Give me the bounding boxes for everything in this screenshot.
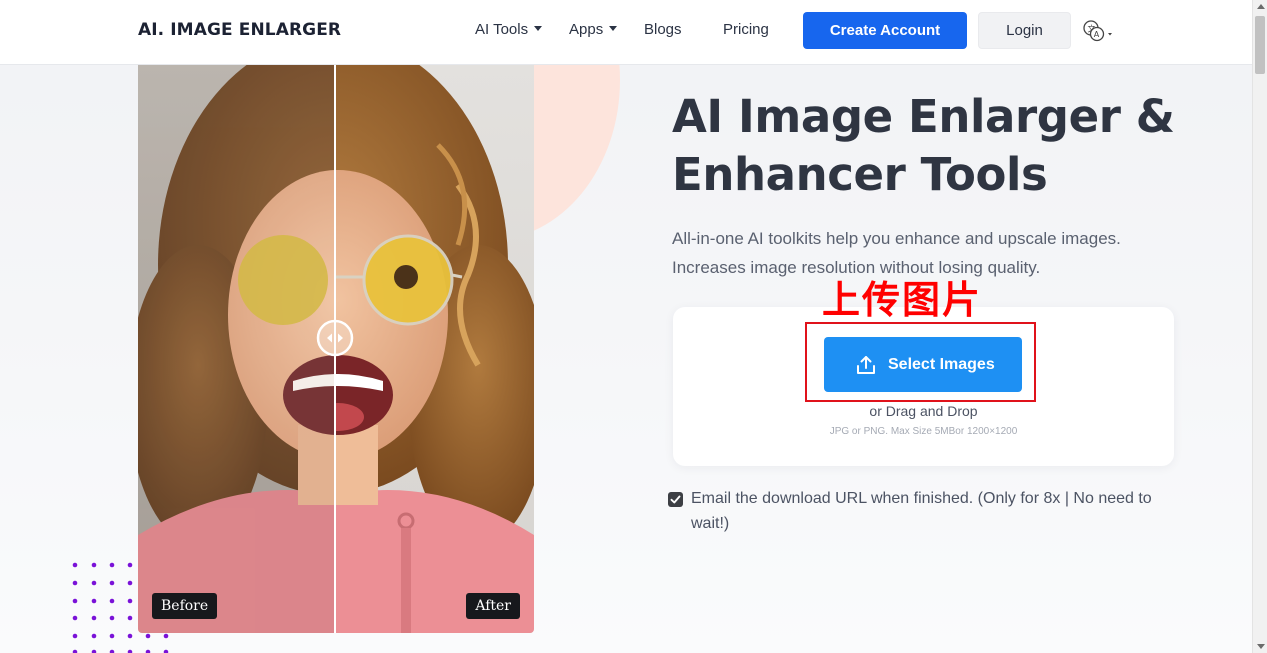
chevron-down-icon — [609, 25, 618, 31]
page-subtitle: All-in-one AI toolkits help you enhance … — [672, 224, 1192, 282]
svg-text:A: A — [1094, 30, 1100, 39]
create-account-button[interactable]: Create Account — [803, 12, 967, 49]
nav-ai-tools-label: AI Tools — [475, 21, 529, 38]
login-button[interactable]: Login — [978, 12, 1071, 49]
page-title: AI Image Enlarger & Enhancer Tools — [672, 88, 1192, 204]
top-navbar: AI. IMAGE ENLARGER AI Tools Apps Blogs P… — [0, 0, 1252, 65]
file-requirements-hint: JPG or PNG. Max Size 5MBor 1200×1200 — [829, 426, 1018, 437]
nav-ai-tools[interactable]: AI Tools — [475, 21, 543, 38]
chevron-down-icon — [534, 25, 543, 31]
email-checkbox[interactable] — [668, 492, 683, 507]
comparison-slider-handle[interactable] — [316, 319, 354, 357]
nav-pricing[interactable]: Pricing — [723, 21, 769, 38]
before-after-comparison[interactable]: Before After — [138, 65, 534, 633]
site-logo[interactable]: AI. IMAGE ENLARGER — [138, 20, 341, 40]
language-selector[interactable]: 文 A — [1083, 19, 1117, 45]
nav-apps[interactable]: Apps — [569, 21, 618, 38]
scroll-up-arrow-icon[interactable] — [1257, 4, 1265, 9]
nav-apps-label: Apps — [569, 21, 604, 38]
email-option-label: Email the download URL when finished. (O… — [691, 490, 1152, 532]
annotation-highlight-box — [805, 322, 1036, 402]
scroll-down-arrow-icon[interactable] — [1257, 644, 1265, 649]
drag-drop-text: or Drag and Drop — [869, 403, 978, 419]
annotation-label: 上传图片 — [822, 278, 983, 322]
checkmark-icon — [670, 495, 681, 504]
before-label: Before — [152, 593, 218, 619]
after-label: After — [466, 593, 520, 619]
page-title-line-1: AI Image Enlarger & — [672, 90, 1175, 143]
page-title-line-2: Enhancer Tools — [672, 148, 1048, 201]
nav-blogs[interactable]: Blogs — [644, 21, 682, 38]
language-icon: 文 A — [1083, 20, 1112, 42]
vertical-scrollbar[interactable] — [1252, 0, 1267, 653]
scroll-thumb[interactable] — [1255, 16, 1265, 74]
page-subtitle-line-1: All-in-one AI toolkits help you enhance … — [672, 229, 1121, 248]
